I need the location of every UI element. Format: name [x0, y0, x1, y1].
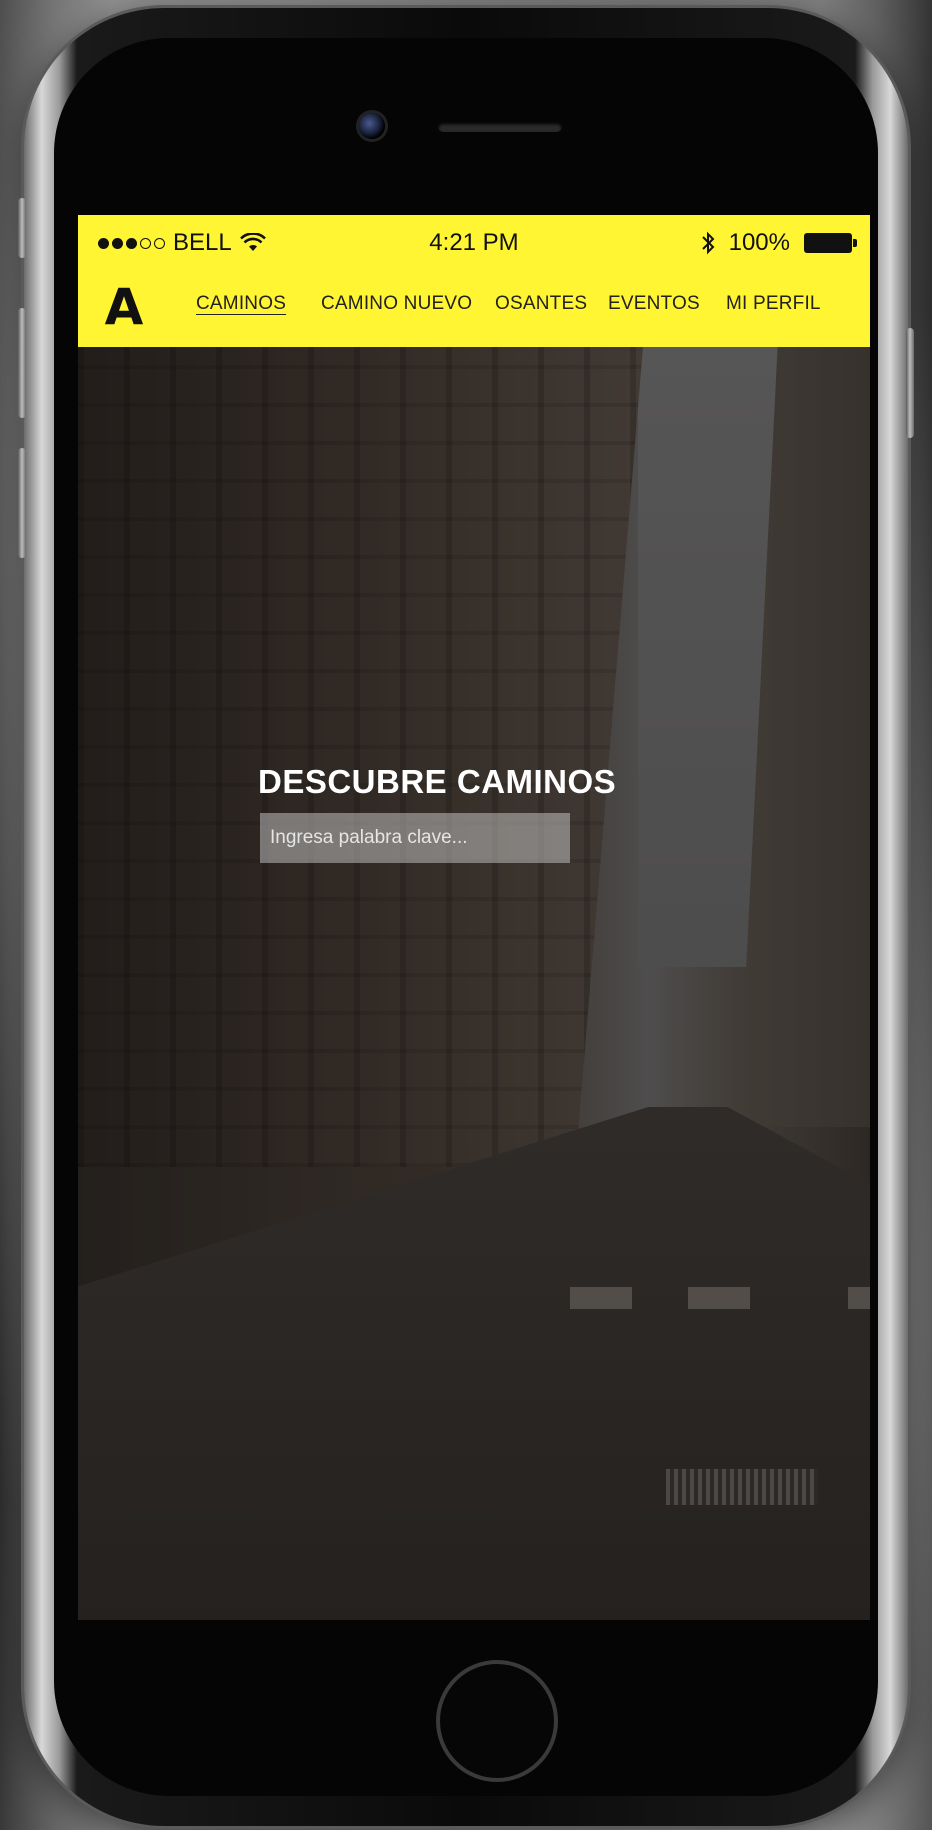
- volume-down-button: [18, 448, 26, 558]
- front-camera: [359, 113, 385, 139]
- hero-title: DESCUBRE CAMINOS: [258, 763, 617, 800]
- mute-switch: [18, 198, 26, 258]
- nav-item-caminos[interactable]: CAMINOS: [196, 293, 286, 315]
- top-nav: A CAMINOS CAMINO NUEVO OSANTES EVENTOS M…: [78, 273, 870, 347]
- status-bar: BELL 4:21 PM 100%: [78, 215, 870, 273]
- app-screen: BELL 4:21 PM 100% A CAMINOS CAMINO NUEVO: [78, 215, 870, 1620]
- nav-item-osantes[interactable]: OSANTES: [495, 293, 587, 315]
- app-logo[interactable]: A: [102, 282, 146, 332]
- home-button[interactable]: [436, 1660, 558, 1782]
- status-right: 100%: [701, 229, 857, 257]
- carrier-label: BELL: [173, 229, 232, 256]
- earpiece-speaker: [438, 122, 562, 132]
- battery-percent: 100%: [728, 229, 790, 256]
- volume-up-button: [18, 308, 26, 418]
- nav-item-mi-perfil[interactable]: MI PERFIL: [726, 293, 821, 315]
- wifi-icon: [239, 233, 266, 251]
- keyword-search-input[interactable]: [260, 813, 570, 863]
- bluetooth-icon: [701, 231, 715, 255]
- nav-item-camino-nuevo[interactable]: CAMINO NUEVO: [321, 293, 472, 315]
- nav-item-eventos[interactable]: EVENTOS: [608, 293, 700, 315]
- battery-icon: [804, 233, 857, 253]
- power-button: [906, 328, 914, 438]
- status-left: BELL: [98, 229, 266, 257]
- app-header: BELL 4:21 PM 100% A CAMINOS CAMINO NUEVO: [78, 215, 870, 347]
- photo-dark-overlay: [78, 347, 870, 1620]
- signal-dots-icon: [98, 237, 165, 249]
